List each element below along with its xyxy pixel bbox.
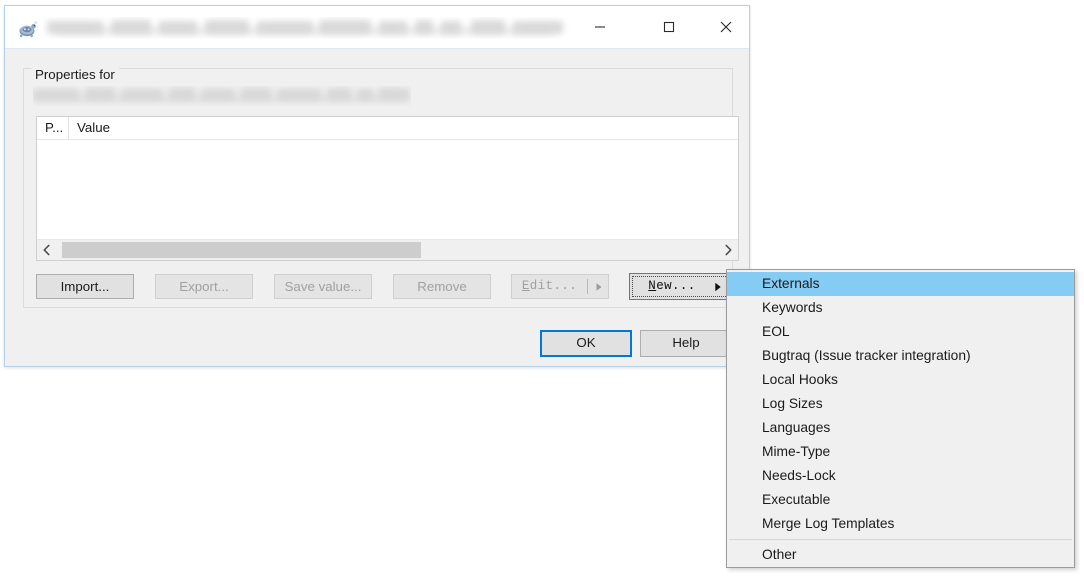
menu-item-keywords[interactable]: Keywords	[727, 296, 1074, 320]
group-box-legend: Properties for	[31, 67, 119, 83]
scroll-left-icon[interactable]	[38, 240, 56, 260]
remove-button[interactable]: Remove	[393, 274, 491, 299]
import-button[interactable]: Import...	[36, 274, 134, 299]
menu-item-needs-lock[interactable]: Needs-Lock	[727, 464, 1074, 488]
menu-item-languages[interactable]: Languages	[727, 416, 1074, 440]
title-bar[interactable]	[5, 6, 749, 49]
properties-list-view[interactable]: P... Value	[36, 116, 739, 261]
close-button[interactable]	[703, 6, 749, 48]
scrollbar-thumb[interactable]	[62, 242, 421, 258]
menu-item-mime-type[interactable]: Mime-Type	[727, 440, 1074, 464]
list-header-row: P... Value	[37, 117, 738, 140]
edit-mnemonic: E	[521, 279, 530, 293]
minimize-button[interactable]	[577, 6, 623, 48]
list-body-empty[interactable]	[37, 140, 738, 239]
column-header-property[interactable]: P...	[37, 117, 69, 140]
menu-separator	[729, 539, 1072, 540]
maximize-button[interactable]	[646, 6, 692, 48]
edit-split-button[interactable]: Edit...	[511, 274, 609, 299]
menu-item-merge-log-templates[interactable]: Merge Log Templates	[727, 512, 1074, 536]
edit-label-rest: dit...	[529, 279, 578, 293]
help-button[interactable]: Help	[640, 330, 732, 357]
export-button[interactable]: Export...	[155, 274, 253, 299]
window-title-redacted	[43, 17, 573, 39]
new-property-dropdown-menu[interactable]: Externals Keywords EOL Bugtraq (Issue tr…	[726, 269, 1075, 568]
new-dropdown-arrow-icon[interactable]	[708, 274, 728, 299]
new-split-button[interactable]: New...	[629, 273, 731, 300]
scroll-right-icon[interactable]	[719, 240, 737, 260]
edit-dropdown-arrow-icon[interactable]	[590, 275, 608, 298]
target-path-redacted	[33, 86, 411, 106]
properties-dialog-window: Properties for P... Value Import... Expo…	[4, 5, 750, 367]
save-value-button[interactable]: Save value...	[274, 274, 372, 299]
edit-button-label: Edit...	[512, 275, 587, 298]
menu-item-externals[interactable]: Externals	[727, 272, 1074, 296]
tortoise-icon	[17, 19, 39, 39]
menu-item-eol[interactable]: EOL	[727, 320, 1074, 344]
new-mnemonic: N	[648, 279, 657, 293]
menu-item-other[interactable]: Other	[727, 543, 1074, 567]
column-header-value[interactable]: Value	[69, 117, 738, 140]
horizontal-scrollbar[interactable]	[37, 239, 738, 260]
new-button-label: New...	[634, 274, 710, 299]
menu-item-local-hooks[interactable]: Local Hooks	[727, 368, 1074, 392]
edit-split-separator	[587, 279, 588, 294]
menu-item-bugtraq[interactable]: Bugtraq (Issue tracker integration)	[727, 344, 1074, 368]
new-label-rest: ew...	[656, 279, 696, 293]
ok-button[interactable]: OK	[540, 330, 632, 357]
menu-item-log-sizes[interactable]: Log Sizes	[727, 392, 1074, 416]
menu-item-executable[interactable]: Executable	[727, 488, 1074, 512]
